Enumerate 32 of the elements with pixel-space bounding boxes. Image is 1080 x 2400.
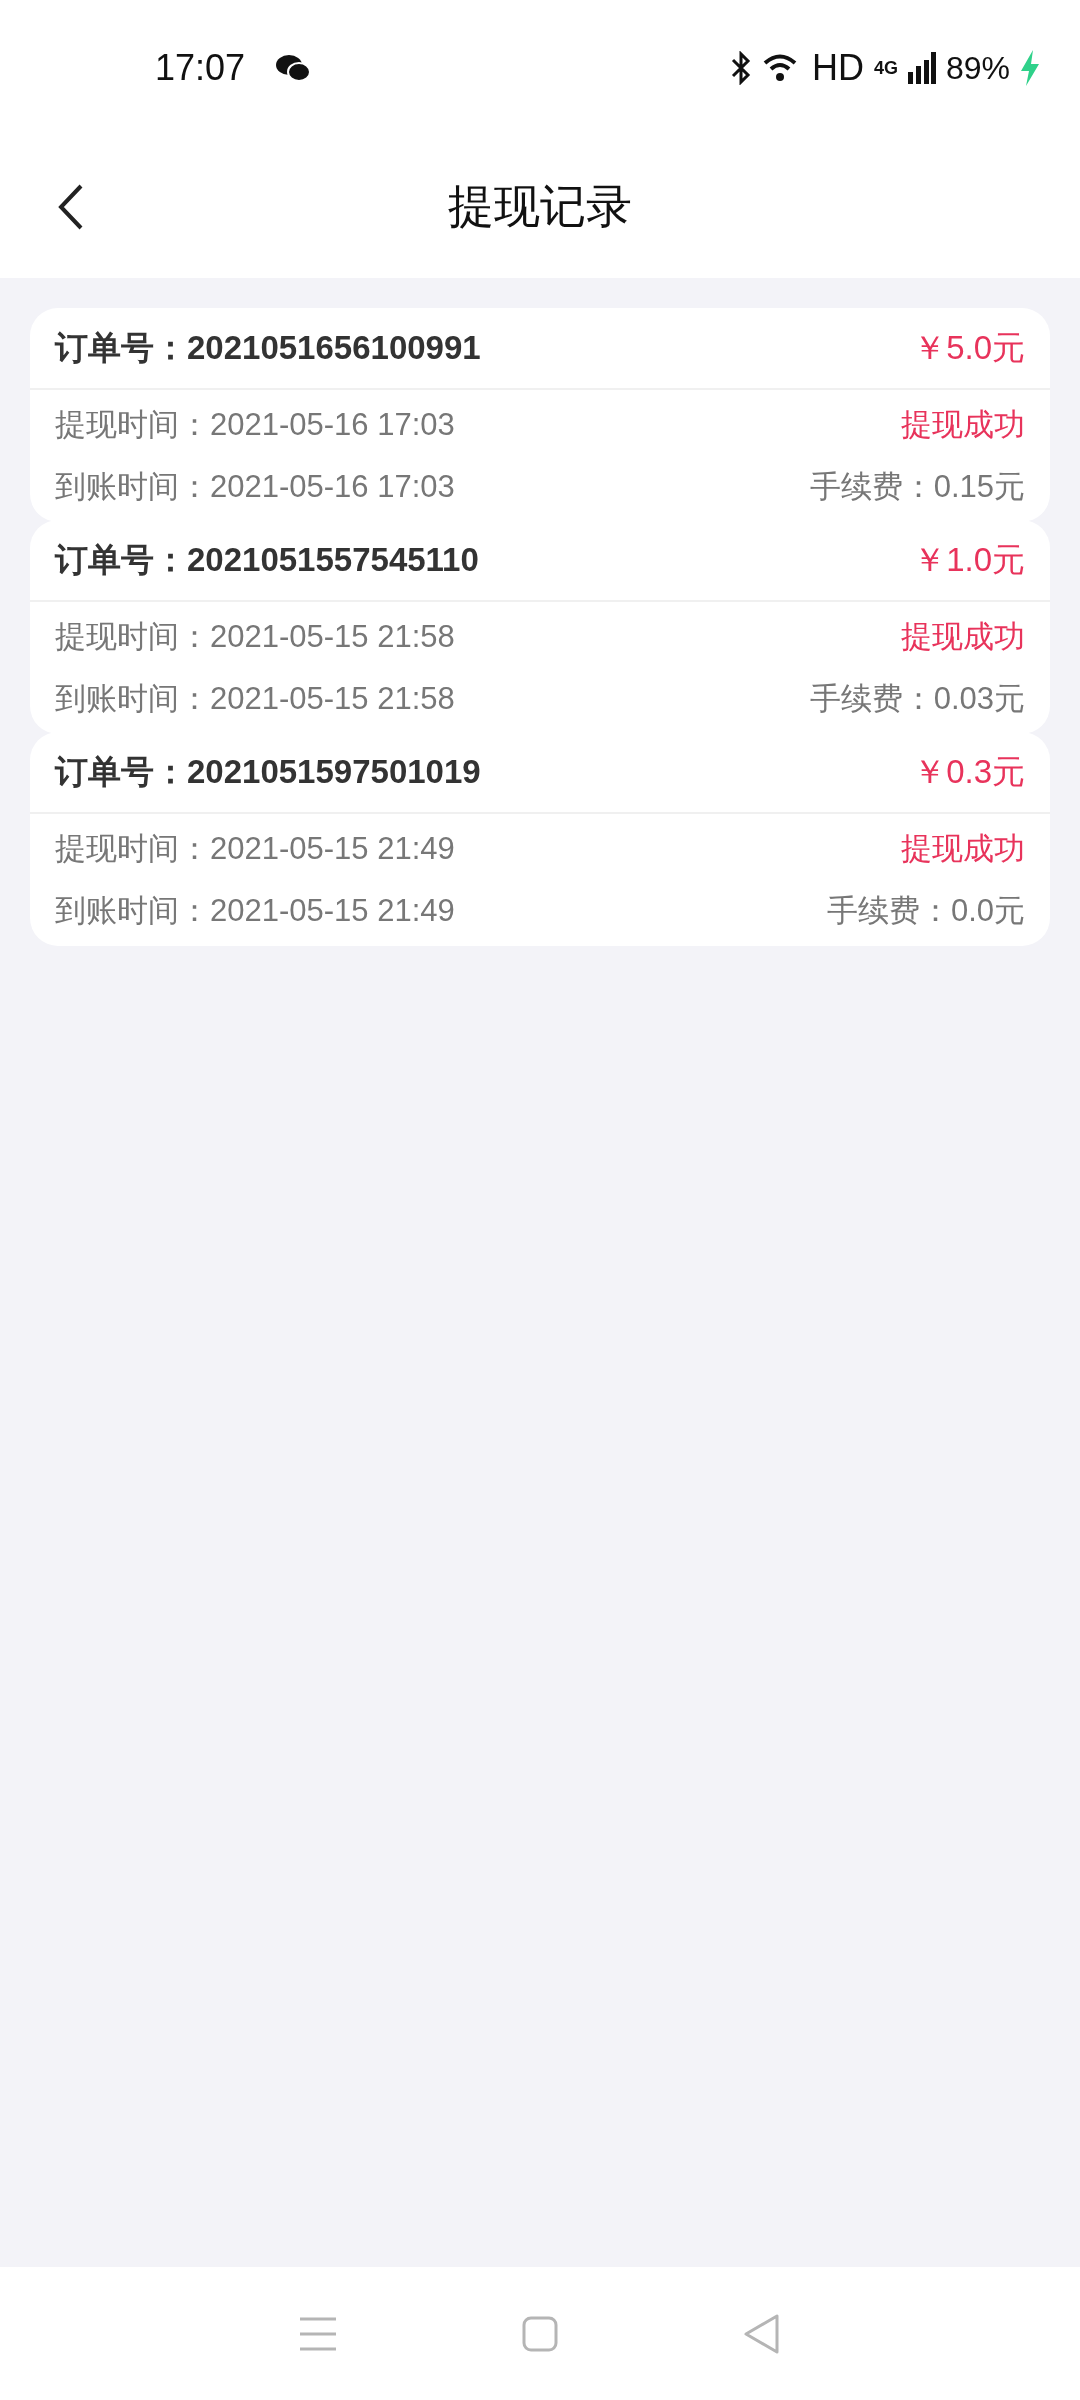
record-card[interactable]: 订单号：2021051597501019 ￥0.3元 提现时间：2021-05-15 21:49 提现成功 到账时间：2021-05-15 21:49 手续费：0.0元 — [30, 732, 1050, 946]
page-title: 提现记录 — [448, 179, 632, 234]
withdraw-amount: ￥1.0元 — [913, 539, 1025, 580]
signal-icon — [907, 52, 936, 84]
arrival-time: 到账时间：2021-05-15 21:49 — [55, 892, 455, 930]
cellular-label: 4G — [873, 57, 898, 79]
order-number: 订单号：2021051557545110 — [55, 539, 479, 580]
network-label: HD — [811, 47, 864, 89]
withdraw-amount: ￥0.3元 — [913, 751, 1025, 792]
withdraw-status: 提现成功 — [901, 830, 1025, 868]
withdraw-time: 提现时间：2021-05-16 17:03 — [55, 406, 455, 444]
withdraw-time: 提现时间：2021-05-15 21:49 — [55, 830, 455, 868]
record-card[interactable]: 订单号：2021051656100991 ￥5.0元 提现时间：2021-05-16 17:03 提现成功 到账时间：2021-05-16 17:03 手续费：0.15元 — [30, 308, 1050, 522]
withdraw-status: 提现成功 — [901, 406, 1025, 444]
withdraw-time: 提现时间：2021-05-15 21:58 — [55, 618, 455, 656]
chat-app-icon — [275, 53, 312, 83]
status-time: 17:07 — [155, 47, 246, 89]
arrival-time: 到账时间：2021-05-16 17:03 — [55, 468, 455, 506]
service-fee: 手续费：0.03元 — [809, 680, 1025, 718]
record-card[interactable]: 订单号：2021051557545110 ￥1.0元 提现时间：2021-05-15 21:58 提现成功 到账时间：2021-05-15 21:58 手续费：0.03元 — [30, 520, 1050, 734]
order-number: 订单号：2021051597501019 — [55, 751, 481, 792]
arrival-time: 到账时间：2021-05-15 21:58 — [55, 680, 455, 718]
charging-icon — [1020, 50, 1040, 86]
home-icon[interactable] — [522, 2315, 558, 2352]
battery-level: 89% — [945, 49, 1010, 87]
withdraw-status: 提现成功 — [901, 618, 1025, 656]
menu-icon[interactable] — [299, 2316, 337, 2351]
order-number: 订单号：2021051656100991 — [55, 327, 481, 368]
service-fee: 手续费：0.15元 — [809, 468, 1025, 506]
bluetooth-icon — [729, 51, 752, 85]
withdraw-amount: ￥5.0元 — [913, 327, 1025, 368]
service-fee: 手续费：0.0元 — [826, 892, 1025, 930]
